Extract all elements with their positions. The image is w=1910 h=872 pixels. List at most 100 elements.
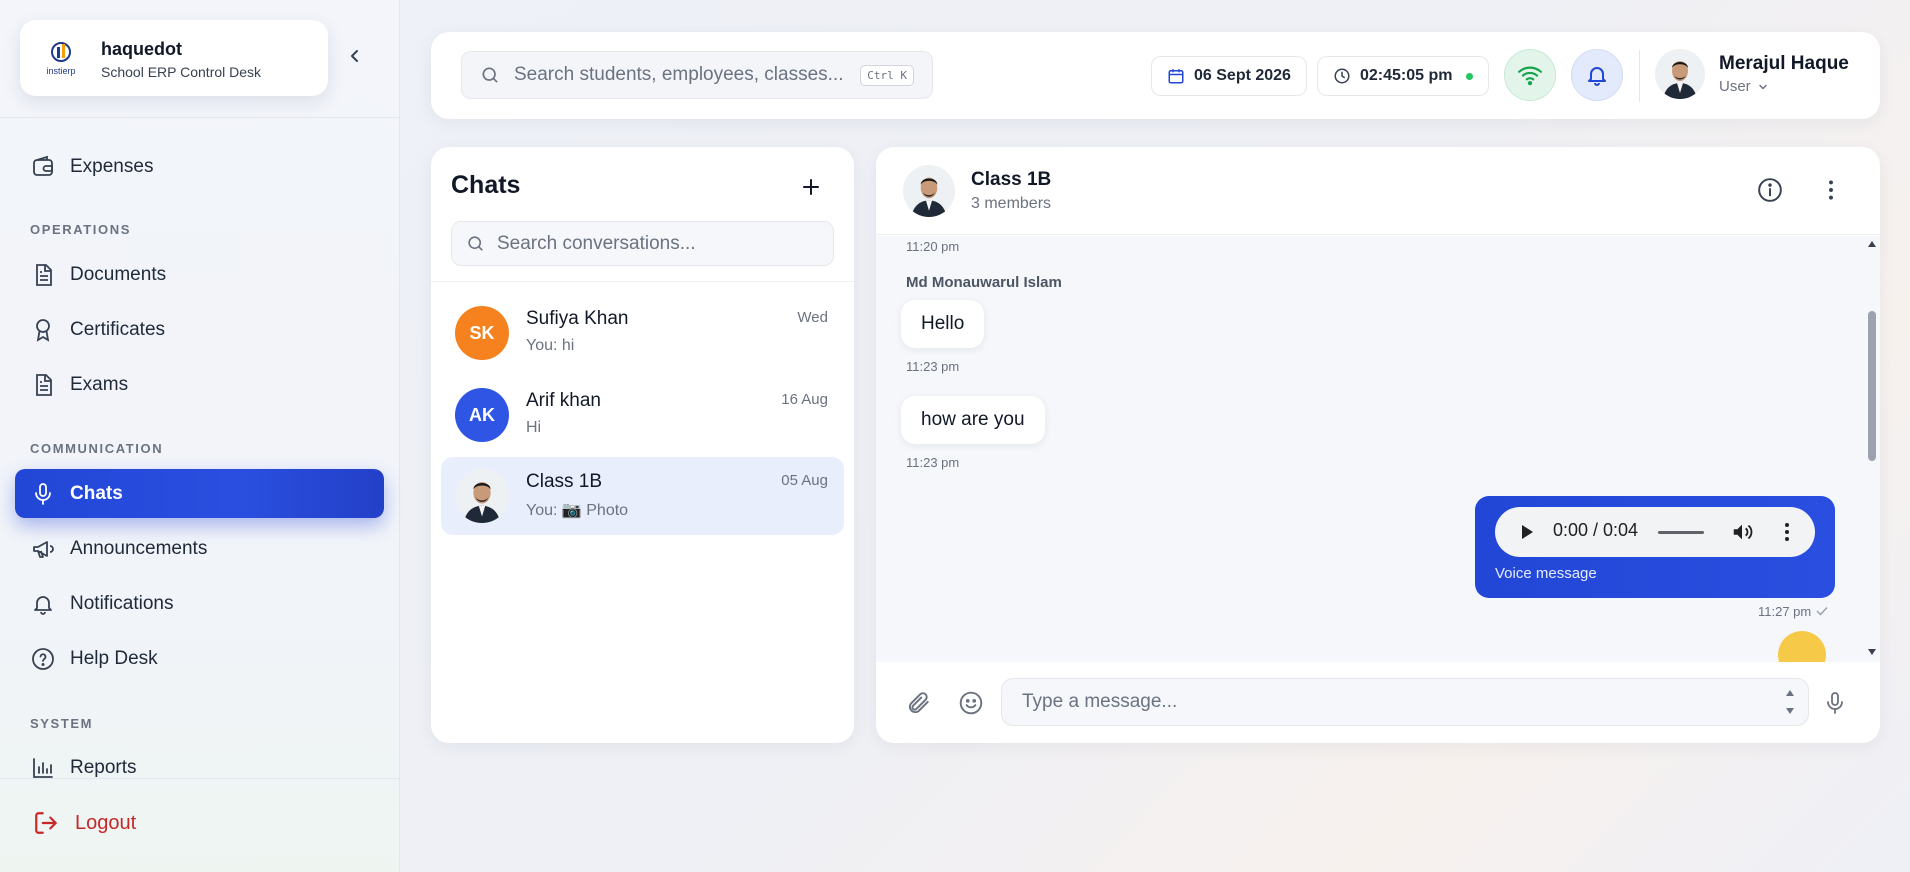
chat-members-count: 3 members xyxy=(971,195,1052,212)
user-role-dropdown[interactable]: User xyxy=(1719,78,1769,95)
new-chat-button[interactable] xyxy=(798,174,824,200)
bell-icon xyxy=(1585,63,1609,87)
top-bar: Ctrl K 06 Sept 2026 02:45:05 pm xyxy=(431,32,1880,119)
conversation-name: Arif khan xyxy=(526,390,601,411)
sidebar-item-label: Chats xyxy=(70,482,123,504)
conversation-date: Wed xyxy=(797,309,828,326)
clock-icon xyxy=(1333,67,1351,85)
help-circle-icon xyxy=(30,646,56,672)
chat-window: Class 1B 3 members 11:20 pm Md Monauwaru… xyxy=(876,147,1880,743)
message-sender: Md Monauwarul Islam xyxy=(906,274,1062,291)
sidebar-item-certificates[interactable]: Certificates xyxy=(15,305,384,354)
info-icon xyxy=(1757,177,1783,203)
sidebar-item-notifications[interactable]: Notifications xyxy=(15,579,384,628)
bell-icon xyxy=(30,591,56,617)
conversation-item[interactable]: SK Sufiya Khan You: hi Wed xyxy=(441,294,844,372)
mic-icon xyxy=(30,481,56,507)
time-pill: 02:45:05 pm xyxy=(1317,56,1489,96)
chat-avatar[interactable] xyxy=(903,165,955,217)
sidebar-item-announcements[interactable]: Announcements xyxy=(15,524,384,573)
sidebar-item-expenses[interactable]: Expenses xyxy=(15,142,384,191)
audio-progress-track[interactable] xyxy=(1658,531,1704,534)
award-icon xyxy=(30,317,56,343)
sidebar-item-label: Announcements xyxy=(70,537,208,559)
check-icon xyxy=(1815,604,1829,618)
conversation-preview: You: 📷 Photo xyxy=(526,502,629,519)
more-options-button[interactable] xyxy=(1818,177,1844,203)
section-label-system: SYSTEM xyxy=(30,716,94,731)
search-icon xyxy=(480,65,500,85)
sidebar-item-reports[interactable]: Reports xyxy=(15,743,384,792)
chats-panel: Chats SK Sufiya Khan You: hi Wed AK Arif… xyxy=(431,147,854,743)
chat-header: Class 1B 3 members xyxy=(876,147,1880,235)
search-shortcut-hint: Ctrl K xyxy=(860,65,914,86)
sidebar-item-label: Reports xyxy=(70,756,137,778)
search-icon xyxy=(466,234,485,253)
voice-message-label: Voice message xyxy=(1495,565,1597,582)
message-bubble: Hello xyxy=(901,300,985,348)
audio-time: 0:00 / 0:04 xyxy=(1553,520,1639,540)
group-avatar xyxy=(455,469,509,523)
message-bubble: how are you xyxy=(901,396,1045,444)
brand-subtitle: School ERP Control Desk xyxy=(101,64,262,80)
message-time: 11:23 pm xyxy=(906,359,960,374)
connection-status-button[interactable] xyxy=(1504,49,1556,101)
conversation-date: 05 Aug xyxy=(781,472,828,489)
volume-icon[interactable] xyxy=(1731,521,1753,543)
emoji-icon[interactable] xyxy=(958,690,984,716)
conversation-item[interactable]: AK Arif khan Hi 16 Aug xyxy=(441,376,844,454)
sidebar-item-label: Expenses xyxy=(70,155,154,177)
scrollbar[interactable] xyxy=(1864,236,1880,662)
conversation-date: 16 Aug xyxy=(781,391,828,408)
online-status-dot xyxy=(1465,72,1473,80)
info-button[interactable] xyxy=(1757,177,1783,203)
conversation-search-input[interactable] xyxy=(497,232,817,255)
megaphone-icon xyxy=(30,536,56,562)
user-name[interactable]: Merajul Haque xyxy=(1719,53,1849,75)
plus-icon xyxy=(802,178,820,196)
message-input-box[interactable] xyxy=(1001,678,1809,726)
sidebar-item-label: Notifications xyxy=(70,592,174,614)
logout-icon xyxy=(33,810,59,836)
mic-icon[interactable] xyxy=(1823,690,1847,716)
scroll-down-icon[interactable] xyxy=(1867,648,1877,656)
scroll-up-icon[interactable] xyxy=(1867,240,1877,248)
global-search-input[interactable] xyxy=(514,64,854,86)
conversation-search[interactable] xyxy=(451,221,834,266)
conversation-item-active[interactable]: Class 1B You: 📷 Photo 05 Aug xyxy=(441,457,844,535)
more-vertical-icon[interactable] xyxy=(1777,521,1797,543)
current-date: 06 Sept 2026 xyxy=(1194,67,1291,84)
logout-button[interactable]: Logout xyxy=(33,810,136,836)
sidebar-item-label: Exams xyxy=(70,373,129,395)
attach-icon[interactable] xyxy=(905,690,931,716)
chats-divider xyxy=(431,281,854,282)
audio-player[interactable]: 0:00 / 0:04 xyxy=(1495,507,1815,557)
sidebar-divider xyxy=(0,117,400,118)
avatar: AK xyxy=(455,388,509,442)
sidebar-item-documents[interactable]: Documents xyxy=(15,250,384,299)
brand-logo: instierp xyxy=(40,38,82,80)
date-pill[interactable]: 06 Sept 2026 xyxy=(1151,56,1307,96)
user-avatar[interactable] xyxy=(1655,49,1705,99)
brand-card[interactable]: instierp haquedot School ERP Control Des… xyxy=(20,20,328,96)
user-role: User xyxy=(1719,78,1751,95)
sidebar-item-help-desk[interactable]: Help Desk xyxy=(15,634,384,683)
chat-name: Class 1B xyxy=(971,169,1052,190)
collapse-sidebar-icon[interactable] xyxy=(346,47,364,65)
conversation-name: Sufiya Khan xyxy=(526,308,629,329)
message-input[interactable] xyxy=(1022,691,1722,713)
play-icon[interactable] xyxy=(1517,522,1537,542)
bar-chart-icon xyxy=(30,755,56,781)
sidebar: instierp haquedot School ERP Control Des… xyxy=(0,0,400,872)
scroll-thumb[interactable] xyxy=(1868,311,1876,461)
sidebar-item-chats[interactable]: Chats xyxy=(15,469,384,518)
message-time: 11:20 pm xyxy=(906,239,960,254)
sidebar-item-exams[interactable]: Exams xyxy=(15,360,384,409)
resize-stepper-icon[interactable] xyxy=(1784,685,1796,719)
sidebar-bottom-divider xyxy=(0,778,400,779)
notifications-button[interactable] xyxy=(1571,49,1623,101)
wallet-icon xyxy=(30,154,56,180)
sidebar-item-label: Documents xyxy=(70,263,167,285)
global-search[interactable]: Ctrl K xyxy=(461,51,933,99)
message-list[interactable]: 11:20 pm Md Monauwarul Islam Hello 11:23… xyxy=(876,236,1880,662)
